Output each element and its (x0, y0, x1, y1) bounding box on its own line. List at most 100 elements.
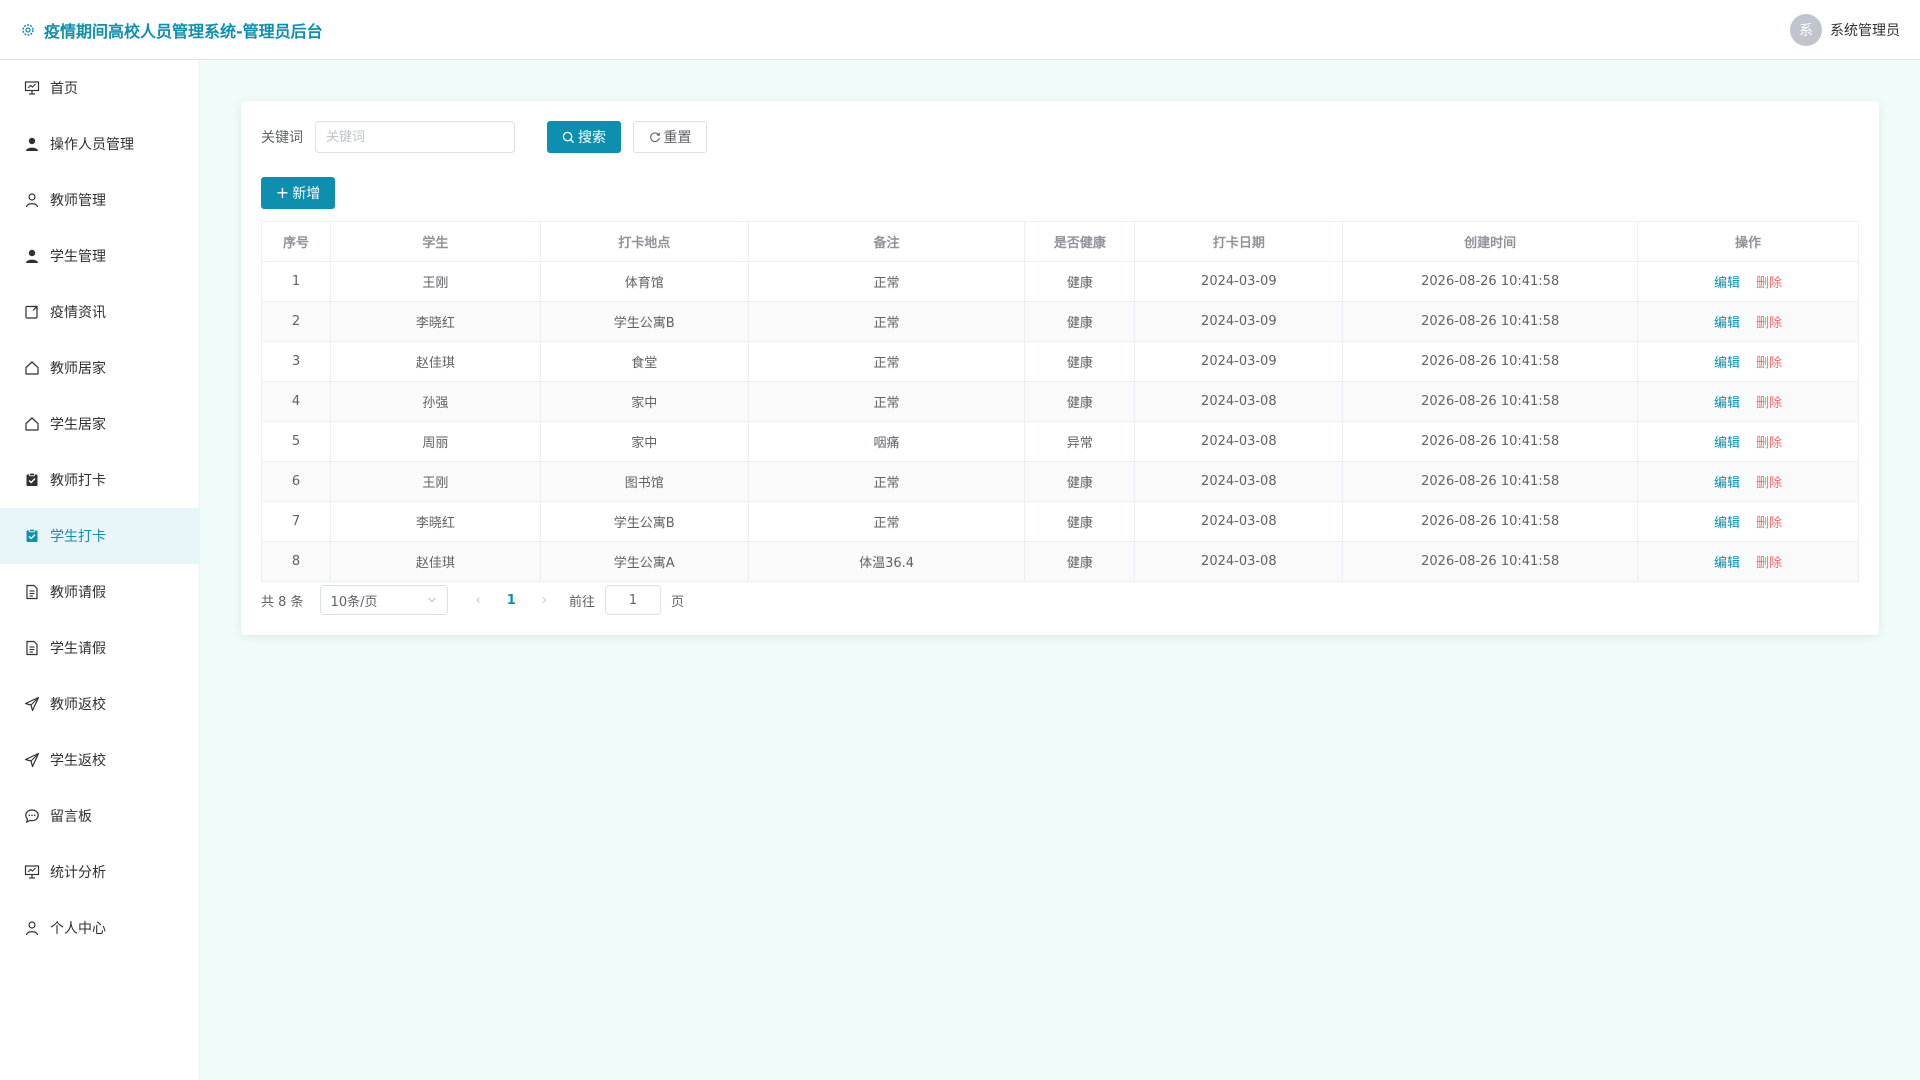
sidebar-item-9[interactable]: 教师请假 (0, 564, 199, 620)
search-button[interactable]: 搜索 (547, 121, 621, 153)
column-header: 序号 (261, 221, 331, 262)
cell-remark: 咽痛 (747, 421, 1026, 462)
sidebar-item-7[interactable]: 教师打卡 (0, 452, 199, 508)
cell-created: 2026-08-26 10:41:58 (1342, 261, 1639, 302)
next-page-icon[interactable]: › (542, 593, 547, 608)
sidebar: 首页操作人员管理 教师管理学生管理疫情资讯 教师居家学生居家教师打卡 学生打卡 教师请假… (0, 60, 200, 1080)
sidebar-item-5[interactable]: 教师居家 (0, 340, 199, 396)
refresh-icon (649, 132, 660, 143)
cell-no: 5 (261, 421, 331, 462)
sidebar-item-8[interactable]: 学生打卡 (0, 508, 199, 564)
sidebar-item-10[interactable]: 学生请假 (0, 620, 199, 676)
edit-link[interactable]: 编辑 (1714, 476, 1740, 491)
news-icon (24, 304, 40, 320)
settings-icon (20, 22, 36, 38)
column-header: 打卡日期 (1134, 221, 1344, 262)
user-solid-icon (24, 248, 40, 264)
cell-no: 3 (261, 341, 331, 382)
sidebar-item-3[interactable]: 学生管理 (0, 228, 199, 284)
delete-link[interactable]: 删除 (1756, 356, 1782, 371)
cell-student: 王刚 (329, 261, 541, 302)
add-button[interactable]: + 新增 (261, 177, 335, 209)
cell-no: 1 (261, 261, 331, 302)
table-row: 7 李晓红 学生公寓B 正常 健康 2024-03-08 2026-08-26 10:41:… (261, 501, 1859, 542)
sidebar-item-11[interactable]: 教师返校 (0, 676, 199, 732)
goto-suffix: 页 (671, 594, 685, 610)
delete-link[interactable]: 删除 (1756, 276, 1782, 291)
prev-page-icon[interactable]: ‹ (476, 593, 481, 608)
column-header: 创建时间 (1342, 221, 1639, 262)
cell-date: 2024-03-08 (1134, 381, 1344, 422)
delete-link[interactable]: 删除 (1756, 556, 1782, 571)
sidebar-item-label: 操作人员管理 (50, 137, 134, 153)
cell-date: 2024-03-08 (1134, 541, 1344, 582)
cell-student: 王刚 (329, 461, 541, 502)
cell-date: 2024-03-08 (1134, 421, 1344, 462)
sidebar-item-label: 学生返校 (50, 753, 106, 769)
cell-no: 7 (261, 501, 331, 542)
page-size-select[interactable]: 10条/页 (319, 585, 448, 615)
delete-link[interactable]: 删除 (1756, 396, 1782, 411)
cell-no: 8 (261, 541, 331, 582)
cell-no: 6 (261, 461, 331, 502)
sidebar-item-2[interactable]: 教师管理 (0, 172, 199, 228)
sidebar-item-14[interactable]: 统计分析 (0, 844, 199, 900)
cell-health: 健康 (1024, 301, 1136, 342)
cell-health: 健康 (1024, 541, 1136, 582)
sidebar-item-label: 留言板 (50, 809, 92, 825)
table-row: 8 赵佳琪 学生公寓A 体温36.4 健康 2024-03-08 2026-08-26 10… (261, 541, 1859, 582)
cell-actions: 编辑 删除 (1637, 461, 1859, 502)
sidebar-item-0[interactable]: 首页 (0, 60, 199, 116)
cell-location: 家中 (539, 421, 749, 462)
reset-button-label: 重置 (663, 130, 692, 146)
cell-actions: 编辑 删除 (1637, 381, 1859, 422)
cell-actions: 编辑 删除 (1637, 341, 1859, 382)
cell-student: 李晓红 (329, 301, 541, 342)
goto-prefix: 前往 (569, 594, 596, 610)
sidebar-item-6[interactable]: 学生居家 (0, 396, 199, 452)
edit-link[interactable]: 编辑 (1714, 276, 1740, 291)
sidebar-item-label: 学生管理 (50, 249, 106, 265)
cell-student: 李晓红 (329, 501, 541, 542)
cell-created: 2026-08-26 10:41:58 (1342, 341, 1639, 382)
checkin-icon (24, 528, 40, 544)
goto-page-input[interactable] (605, 585, 662, 615)
delete-link[interactable]: 删除 (1756, 516, 1782, 531)
add-button-label: 新增 (292, 186, 321, 202)
sidebar-item-12[interactable]: 学生返校 (0, 732, 199, 788)
delete-link[interactable]: 删除 (1756, 476, 1782, 491)
cell-created: 2026-08-26 10:41:58 (1342, 541, 1639, 582)
cell-health: 健康 (1024, 501, 1136, 542)
avatar[interactable]: 系 (1790, 13, 1822, 46)
delete-link[interactable]: 删除 (1756, 316, 1782, 331)
sidebar-item-15[interactable]: 个人中心 (0, 900, 199, 956)
table-row: 5 周丽 家中 咽痛 异常 2024-03-08 2026-08-26 10:41:58 编辑… (261, 421, 1859, 462)
edit-link[interactable]: 编辑 (1714, 436, 1740, 451)
cell-remark: 正常 (747, 261, 1026, 302)
keyword-input[interactable] (315, 121, 515, 153)
edit-link[interactable]: 编辑 (1714, 516, 1740, 531)
sidebar-item-label: 教师管理 (50, 193, 106, 209)
cell-location: 体育馆 (539, 261, 749, 302)
cell-created: 2026-08-26 10:41:58 (1342, 301, 1639, 342)
chat-icon (24, 808, 40, 824)
sidebar-item-label: 学生居家 (50, 417, 106, 433)
cell-date: 2024-03-09 (1134, 261, 1344, 302)
edit-link[interactable]: 编辑 (1714, 556, 1740, 571)
delete-link[interactable]: 删除 (1756, 436, 1782, 451)
page-number-current[interactable]: 1 (507, 593, 516, 608)
cell-created: 2026-08-26 10:41:58 (1342, 461, 1639, 502)
sidebar-item-1[interactable]: 操作人员管理 (0, 116, 199, 172)
cell-actions: 编辑 删除 (1637, 541, 1859, 582)
user-name[interactable]: 系统管理员 (1830, 20, 1900, 40)
sidebar-item-13[interactable]: 留言板 (0, 788, 199, 844)
edit-link[interactable]: 编辑 (1714, 316, 1740, 331)
reset-button[interactable]: 重置 (633, 121, 707, 153)
column-header: 备注 (747, 221, 1026, 262)
cell-no: 4 (261, 381, 331, 422)
cell-health: 健康 (1024, 341, 1136, 382)
edit-link[interactable]: 编辑 (1714, 356, 1740, 371)
edit-link[interactable]: 编辑 (1714, 396, 1740, 411)
user-menu[interactable]: 系 系统管理员 (1790, 13, 1900, 46)
sidebar-item-4[interactable]: 疫情资讯 (0, 284, 199, 340)
